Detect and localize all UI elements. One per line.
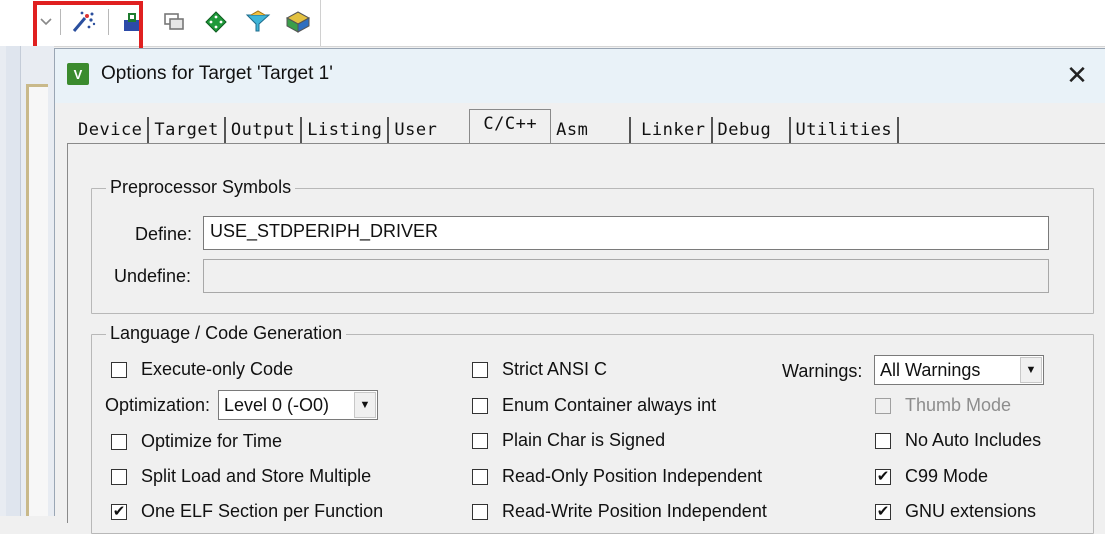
- strict-ansi-c-checkbox[interactable]: Strict ANSI C: [472, 359, 607, 380]
- plain-char-signed-checkbox[interactable]: Plain Char is Signed: [472, 430, 665, 451]
- ide-editor-edge: [26, 84, 48, 516]
- c-cpp-tab-panel: Preprocessor Symbols Define: USE_STDPERI…: [67, 143, 1105, 534]
- tab-device[interactable]: Device: [73, 117, 150, 143]
- highlight-annotation: [33, 1, 143, 52]
- execute-only-checkbox[interactable]: Execute-only Code: [111, 359, 293, 380]
- gnu-extensions-checkbox[interactable]: ✔ GNU extensions: [875, 501, 1036, 522]
- read-only-pi-checkbox[interactable]: Read-Only Position Independent: [472, 466, 762, 487]
- optimization-label: Optimization:: [105, 395, 211, 415]
- preprocessor-group-title: Preprocessor Symbols: [106, 177, 296, 198]
- tab-utilities[interactable]: Utilities: [791, 117, 900, 143]
- check-mark-icon: ✔: [111, 503, 127, 520]
- tab-output[interactable]: Output: [226, 117, 303, 143]
- ide-background-panel: [0, 46, 54, 516]
- c99-mode-checkbox[interactable]: ✔ C99 Mode: [875, 466, 988, 487]
- split-load-store-checkbox[interactable]: Split Load and Store Multiple: [111, 466, 371, 487]
- warnings-value: All Warnings: [880, 359, 981, 380]
- dialog-titlebar: V Options for Target 'Target 1' ✕: [55, 49, 1105, 103]
- tab-target[interactable]: Target: [149, 117, 226, 143]
- tab-linker[interactable]: Linker: [631, 117, 713, 143]
- ide-toolbar: [0, 0, 1105, 52]
- diamond-icon[interactable]: [202, 8, 230, 36]
- checkbox-label: C99 Mode: [905, 466, 989, 486]
- checkbox-box: [875, 432, 891, 449]
- tab-listing[interactable]: Listing: [302, 117, 390, 143]
- checkbox-box: [111, 468, 127, 485]
- checkbox-box: [111, 433, 127, 450]
- toolbar-end-separator: [320, 0, 321, 46]
- checkbox-box: [472, 503, 488, 520]
- funnel-icon[interactable]: [244, 8, 272, 36]
- copy-icon[interactable]: [160, 8, 188, 36]
- optimize-for-time-checkbox[interactable]: Optimize for Time: [111, 431, 282, 452]
- chevron-down-icon: ▼: [354, 392, 376, 418]
- checkbox-box: [472, 432, 488, 449]
- checkbox-label: GNU extensions: [905, 501, 1037, 521]
- checkbox-box: [111, 361, 127, 378]
- checkbox-box: [875, 397, 891, 414]
- warnings-select[interactable]: All Warnings ▼: [874, 355, 1044, 385]
- checkbox-label: Split Load and Store Multiple: [141, 466, 372, 486]
- checkbox-label: Execute-only Code: [141, 359, 294, 379]
- dialog-title: Options for Target 'Target 1': [101, 63, 333, 84]
- optimization-value: Level 0 (-O0): [224, 394, 330, 415]
- tab-user[interactable]: User: [389, 117, 469, 143]
- checkbox-label: Plain Char is Signed: [502, 430, 666, 450]
- no-auto-includes-checkbox[interactable]: No Auto Includes: [875, 430, 1041, 451]
- checkbox-box: [472, 361, 488, 378]
- checkbox-label: Optimize for Time: [141, 431, 283, 451]
- warnings-label: Warnings:: [782, 361, 863, 381]
- enum-container-checkbox[interactable]: Enum Container always int: [472, 395, 716, 416]
- undefine-label: Undefine:: [114, 266, 192, 286]
- check-mark-icon: ✔: [875, 468, 891, 485]
- checkbox-label: Enum Container always int: [502, 395, 717, 415]
- optimization-select[interactable]: Level 0 (-O0) ▼: [218, 390, 378, 420]
- checkbox-label: Read-Write Position Independent: [502, 501, 767, 521]
- tab-debug[interactable]: Debug: [713, 117, 791, 143]
- tab-asm[interactable]: Asm: [551, 117, 632, 143]
- checkbox-label: No Auto Includes: [905, 430, 1042, 450]
- close-icon[interactable]: ✕: [1061, 59, 1093, 91]
- check-mark-icon: ✔: [875, 503, 891, 520]
- define-label: Define:: [135, 224, 193, 244]
- options-dialog: V Options for Target 'Target 1' ✕ Device…: [54, 48, 1105, 534]
- checkbox-box: [472, 468, 488, 485]
- read-write-pi-checkbox[interactable]: Read-Write Position Independent: [472, 501, 767, 522]
- undefine-input[interactable]: [203, 259, 1049, 293]
- checkbox-label: Read-Only Position Independent: [502, 466, 763, 486]
- ide-sidebar-strip: [6, 46, 21, 516]
- keil-app-icon: V: [67, 63, 89, 85]
- define-input[interactable]: USE_STDPERIPH_DRIVER: [203, 216, 1049, 250]
- packs-icon[interactable]: [284, 8, 312, 36]
- checkbox-label: One ELF Section per Function: [141, 501, 384, 521]
- chevron-down-icon: ▼: [1020, 357, 1042, 383]
- language-code-generation-group: Language / Code Generation Execute-only …: [91, 323, 1094, 534]
- language-group-title: Language / Code Generation: [106, 323, 347, 344]
- tab-c-cpp[interactable]: C/C++: [469, 109, 552, 143]
- checkbox-label: Strict ANSI C: [502, 359, 608, 379]
- checkbox-label: Thumb Mode: [905, 395, 1012, 415]
- one-elf-section-checkbox[interactable]: ✔ One ELF Section per Function: [111, 501, 383, 522]
- checkbox-box: [472, 397, 488, 414]
- preprocessor-symbols-group: Preprocessor Symbols Define: USE_STDPERI…: [91, 177, 1094, 314]
- tab-strip: Device Target Output Listing User C/C++ …: [73, 109, 900, 143]
- thumb-mode-checkbox: Thumb Mode: [875, 395, 1011, 416]
